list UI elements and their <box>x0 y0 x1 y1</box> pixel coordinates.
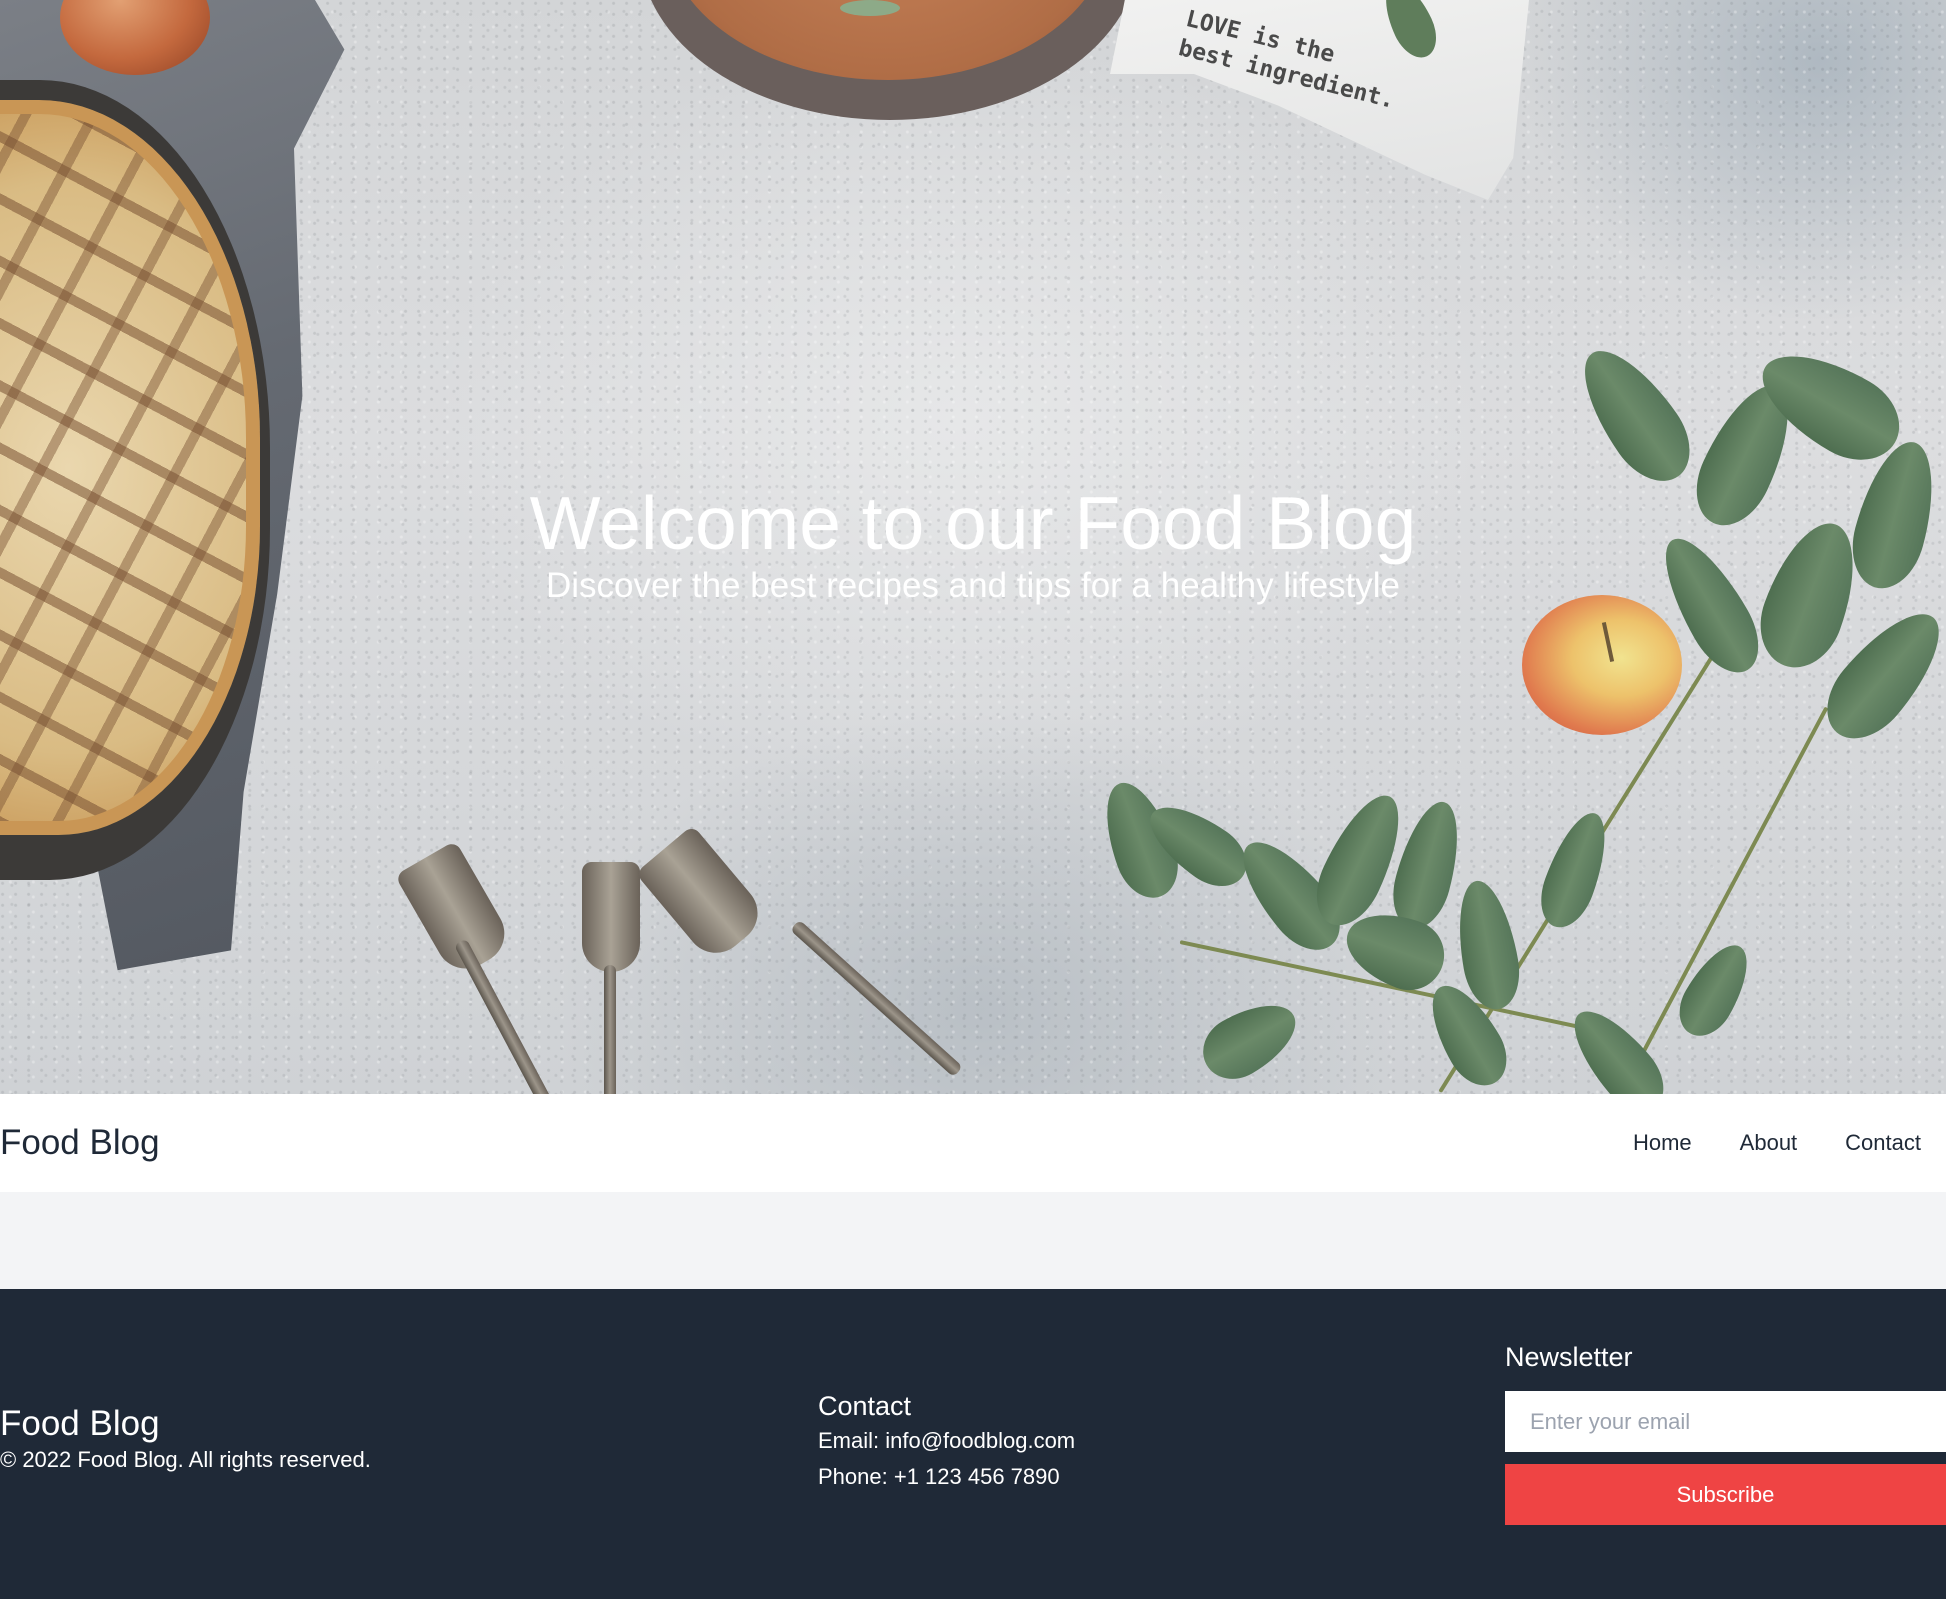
main-content <box>0 1192 1946 1289</box>
subscribe-button[interactable]: Subscribe <box>1505 1464 1946 1525</box>
nav-link-contact[interactable]: Contact <box>1845 1130 1921 1156</box>
navbar: Food Blog Home About Contact <box>0 1094 1946 1192</box>
hero-title: Welcome to our Food Blog <box>529 481 1417 565</box>
footer-brand: Food Blog <box>0 1404 160 1443</box>
hero-section: LOVE is the best ingredient. Welcome to … <box>0 0 1946 1094</box>
hero-text: Welcome to our Food Blog Discover the be… <box>0 480 1946 606</box>
footer-contact-email: Email: info@foodblog.com <box>818 1428 1076 1453</box>
footer-brand-column: Food Blog © 2022 Food Blog. All rights r… <box>0 1402 371 1474</box>
hero-subtitle: Discover the best recipes and tips for a… <box>545 566 1401 605</box>
apple-image <box>1522 595 1682 735</box>
nav-link-home[interactable]: Home <box>1633 1130 1692 1156</box>
newsletter-heading: Newsletter <box>1505 1342 1633 1372</box>
footer-contact-phone: Phone: +1 123 456 7890 <box>818 1464 1060 1489</box>
newsletter-email-input[interactable] <box>1505 1391 1946 1452</box>
footer-contact-heading: Contact <box>818 1391 912 1421</box>
leaf-image <box>840 0 900 16</box>
footer-contact-column: Contact Email: info@foodblog.com Phone: … <box>818 1389 1075 1495</box>
nav-links: Home About Contact <box>1585 1130 1946 1156</box>
nav-link-about[interactable]: About <box>1740 1130 1798 1156</box>
footer: Food Blog © 2022 Food Blog. All rights r… <box>0 1289 1946 1599</box>
footer-copyright: © 2022 Food Blog. All rights reserved. <box>0 1447 371 1472</box>
brand-logo-link[interactable]: Food Blog <box>0 1123 160 1163</box>
footer-newsletter-column: Newsletter Subscribe <box>1505 1340 1946 1525</box>
